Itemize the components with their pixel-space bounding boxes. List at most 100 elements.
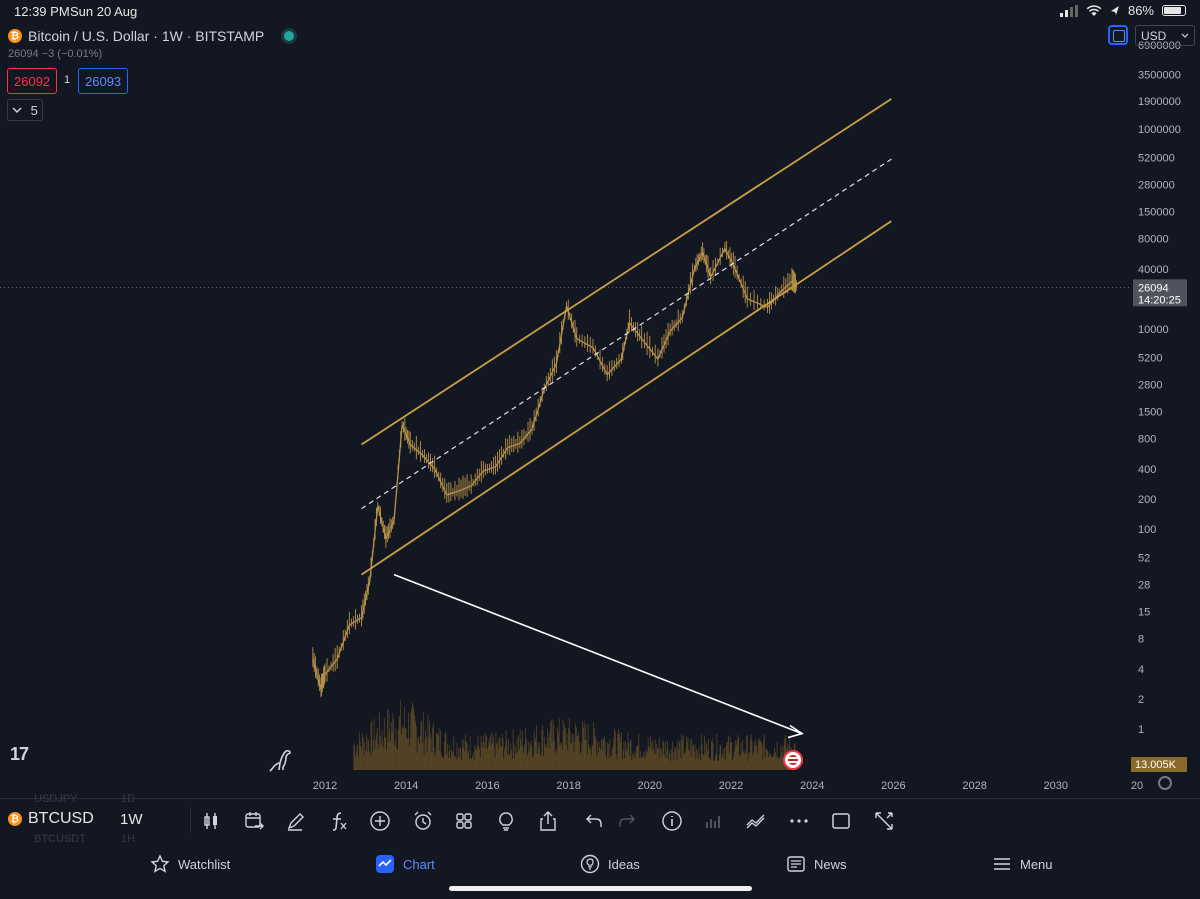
volume-bar [635,753,637,770]
financials-button[interactable] [701,808,727,834]
volume-bar [737,734,739,770]
volume-bar [548,747,550,770]
battery-icon [1162,5,1186,16]
volume-bar [734,747,736,770]
volume-bar [557,727,559,770]
volume-bar [735,745,737,770]
volume-bar [522,731,523,770]
volume-bar [528,741,530,770]
chart-area[interactable]: 6900000 3500000 1900000 1000000 520000 280000… [0,22,1200,798]
volume-bar [518,735,519,770]
volume-bar [684,752,686,770]
tab-watchlist[interactable]: Watchlist [150,854,230,874]
volume-bar [722,748,724,770]
countdown-label: 14:20:25 [1138,294,1181,306]
volume-bar [440,753,442,770]
settings-gear-icon[interactable] [1158,776,1172,790]
status-time: 12:39 PM [14,4,70,19]
volume-bar [519,729,521,770]
undo-button[interactable] [581,808,607,834]
volume-bar [492,742,494,770]
indicators-button[interactable] [326,808,352,834]
volume-bar [615,754,617,770]
volume-bar [415,725,417,770]
volume-bar [362,737,364,770]
symbol-header[interactable]: ₿ Bitcoin / U.S. Dollar · 1W · BITSTAMP [8,28,295,44]
bar-chart-icon [706,816,720,828]
compare-icon[interactable] [1108,25,1128,45]
volume-bar [748,752,750,770]
interval-selector[interactable]: 1W [120,811,143,828]
volume-bar [512,729,514,770]
volume-bar [457,757,459,770]
sell-button[interactable]: 26092 [7,68,58,94]
candle-type-button[interactable] [198,808,224,834]
volume-bar [608,758,610,770]
volume-bar [575,727,577,770]
tab-menu[interactable]: Menu [992,854,1053,874]
indicators-toggle[interactable]: 5 [7,99,43,121]
us-flag-event-icon[interactable] [783,750,803,770]
volume-bar [699,754,701,770]
volume-bar [501,734,503,770]
currency-select[interactable]: USD [1135,25,1195,46]
volume-bar [749,752,751,770]
tab-news[interactable]: News [786,854,847,874]
volume-bar [701,744,703,770]
volume-bar [479,749,480,770]
tab-chart[interactable]: Chart [375,854,435,874]
volume-bar [462,748,464,770]
volume-bar [696,748,697,770]
volume-bar [622,759,623,770]
date-range-button[interactable] [241,808,267,834]
volume-bar [697,758,699,770]
buy-button[interactable]: 26093 [78,68,129,94]
tradingview-logo: 17 [10,744,29,764]
volume-bar [693,751,695,770]
fullscreen-box-button[interactable] [828,808,854,834]
volume-bar [374,749,376,770]
volume-bar [643,757,645,770]
volume-bar [670,760,672,770]
redo-button[interactable] [614,808,640,834]
volume-bar [649,746,651,770]
volume-bar [530,740,532,770]
alert-button[interactable] [410,808,436,834]
bitcoin-icon: ₿ [8,812,22,826]
volume-bar [406,738,408,770]
volume-bar [423,754,425,770]
volume-bar [675,748,676,770]
expand-button[interactable] [871,808,897,834]
volume-bar [572,734,573,770]
volume-bar [619,736,621,770]
y-tick-label: 100 [1138,524,1156,536]
volume-bar [417,738,419,770]
share-button[interactable] [535,808,561,834]
volume-bar [760,742,762,770]
volume-bar [422,742,423,770]
volume-bar [447,744,448,770]
info-button[interactable] [659,808,685,834]
volume-bar [704,754,706,770]
ideas-button[interactable] [493,808,519,834]
volume-bar [476,750,477,770]
price-chart[interactable]: 6900000350000019000001000000520000280000… [0,22,1200,798]
add-button[interactable] [367,808,393,834]
more-button[interactable] [786,808,812,834]
drawing-button[interactable] [283,808,309,834]
compare-button[interactable] [743,808,769,834]
volume-bar [481,742,483,770]
symbol-selector[interactable]: ₿ BTCUSD [8,810,94,828]
volume-bar [401,734,402,770]
volume-bar [573,751,575,770]
tab-ideas[interactable]: Ideas [580,854,640,874]
x-tick-label: 2022 [719,780,743,792]
volume-bar [728,735,729,770]
x-tick-label: 2014 [394,780,418,792]
volume-bar [552,719,554,770]
layout-button[interactable] [451,808,477,834]
chart-icon [375,854,395,874]
dinosaur-icon[interactable] [268,747,294,773]
chevron-down-icon [1181,33,1189,38]
volume-bar [714,760,715,770]
